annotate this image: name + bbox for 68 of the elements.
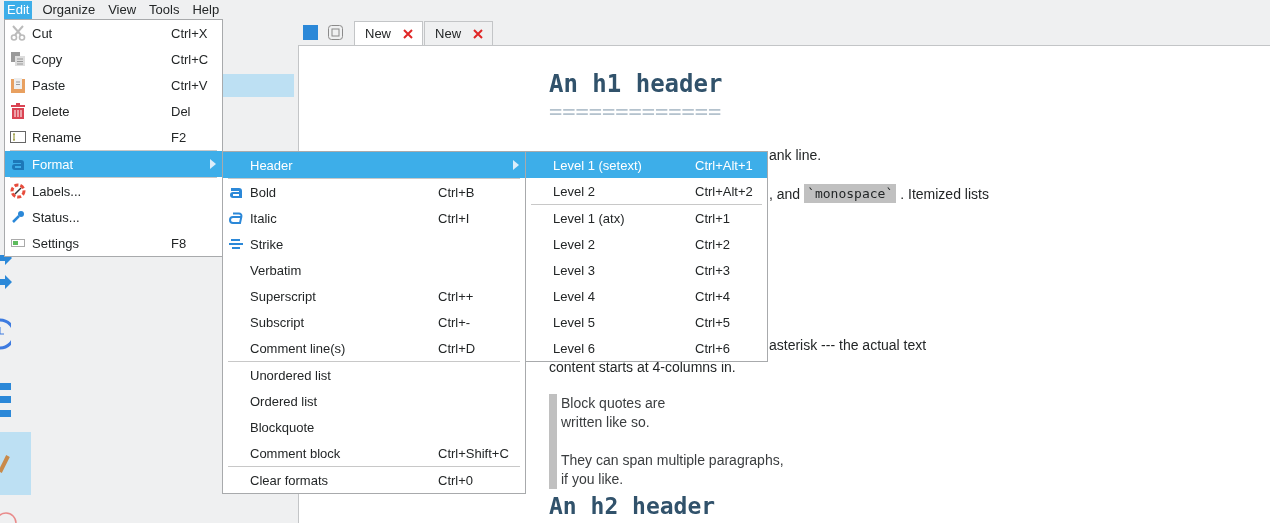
submenu-arrow-icon bbox=[210, 159, 216, 169]
menu-item[interactable]: Delete Del bbox=[5, 98, 222, 124]
menu-item[interactable]: Italic Ctrl+I bbox=[223, 205, 525, 231]
quote-paragraph: Block quotes are written like so. bbox=[561, 393, 667, 432]
menu-item[interactable]: Level 2 Ctrl+2 bbox=[526, 231, 767, 257]
menubar-item[interactable]: Organize bbox=[39, 0, 99, 19]
paragraph-text: ank line. bbox=[769, 147, 822, 163]
menubar-item[interactable]: Tools bbox=[146, 0, 183, 19]
toggle-icon bbox=[11, 239, 25, 247]
square-icon[interactable] bbox=[303, 24, 318, 40]
tab[interactable]: New bbox=[424, 21, 494, 45]
menu-item[interactable]: Cut Ctrl+X bbox=[5, 20, 222, 46]
bold-icon bbox=[229, 186, 243, 198]
menu-item[interactable]: Comment block Ctrl+Shift+C bbox=[223, 440, 525, 466]
inline-code: `monospace` bbox=[804, 184, 897, 203]
menu-item[interactable]: Comment line(s) Ctrl+D bbox=[223, 335, 525, 361]
menubar-item[interactable]: View bbox=[105, 0, 140, 19]
menu-item[interactable]: Verbatim bbox=[223, 257, 525, 283]
menu-item[interactable]: Level 5 Ctrl+5 bbox=[526, 309, 767, 335]
menu-item[interactable]: Superscript Ctrl++ bbox=[223, 283, 525, 309]
textbox-icon bbox=[10, 131, 26, 143]
menu-item[interactable]: Subscript Ctrl+- bbox=[223, 309, 525, 335]
list-icon[interactable] bbox=[0, 383, 11, 417]
menu-item[interactable]: Rename F2 bbox=[5, 124, 222, 150]
frame-icon[interactable] bbox=[328, 24, 343, 40]
copy-icon bbox=[10, 51, 26, 67]
pencil-icon bbox=[0, 453, 10, 474]
menu-item[interactable]: Level 1 (atx) Ctrl+1 bbox=[526, 205, 767, 231]
menu-item[interactable]: Level 6 Ctrl+6 bbox=[526, 335, 767, 361]
italic-icon bbox=[229, 212, 243, 224]
paragraph-text: . Itemized lists bbox=[900, 184, 989, 204]
heading: An h1 header bbox=[549, 69, 723, 99]
strike-icon bbox=[228, 238, 244, 250]
heading: An h2 header bbox=[549, 492, 716, 519]
paragraph-text: asterisk --- the actual text bbox=[769, 337, 927, 353]
menu-item[interactable]: Copy Ctrl+C bbox=[5, 46, 222, 72]
menu-item[interactable]: Blockquote bbox=[223, 414, 525, 440]
menu-item[interactable]: Status... bbox=[5, 204, 222, 230]
labels-icon bbox=[10, 183, 26, 199]
menu-item[interactable]: Level 3 Ctrl+3 bbox=[526, 257, 767, 283]
menu-item[interactable]: Labels... bbox=[5, 178, 222, 204]
paragraph-text: , and bbox=[769, 184, 801, 204]
clock-icon[interactable] bbox=[0, 318, 11, 350]
heading-underline: ============= bbox=[549, 102, 722, 122]
scissors-icon bbox=[10, 25, 26, 41]
menu-item[interactable]: Level 4 Ctrl+4 bbox=[526, 283, 767, 309]
trash-icon bbox=[10, 103, 26, 119]
menu-item[interactable]: Paste Ctrl+V bbox=[5, 72, 222, 98]
selected-tool[interactable] bbox=[0, 432, 31, 495]
ring-icon[interactable] bbox=[0, 511, 18, 523]
close-icon[interactable] bbox=[473, 28, 484, 39]
menu-item[interactable]: Settings F8 bbox=[5, 230, 222, 256]
menu-item[interactable]: Unordered list bbox=[223, 362, 525, 388]
arrow-icon[interactable] bbox=[0, 275, 12, 289]
menubar-item[interactable]: Help bbox=[189, 0, 223, 19]
menu-item[interactable]: Bold Ctrl+B bbox=[223, 179, 525, 205]
menu-item[interactable]: Level 2 Ctrl+Alt+2 bbox=[526, 178, 767, 204]
menu-item[interactable]: Ordered list bbox=[223, 388, 525, 414]
paragraph-text: content starts at 4-columns in. bbox=[549, 359, 736, 375]
menu-item[interactable]: Clear formats Ctrl+0 bbox=[223, 467, 525, 493]
submenu-arrow-icon bbox=[513, 160, 519, 170]
clipboard-icon bbox=[10, 77, 26, 93]
close-icon[interactable] bbox=[403, 28, 413, 39]
wrench-icon bbox=[11, 210, 25, 224]
format-icon bbox=[11, 158, 25, 170]
tab[interactable]: New bbox=[354, 21, 423, 45]
quote-paragraph: They can span multiple paragraphs, if you like. bbox=[561, 450, 784, 489]
menu-item[interactable]: Strike bbox=[223, 231, 525, 257]
